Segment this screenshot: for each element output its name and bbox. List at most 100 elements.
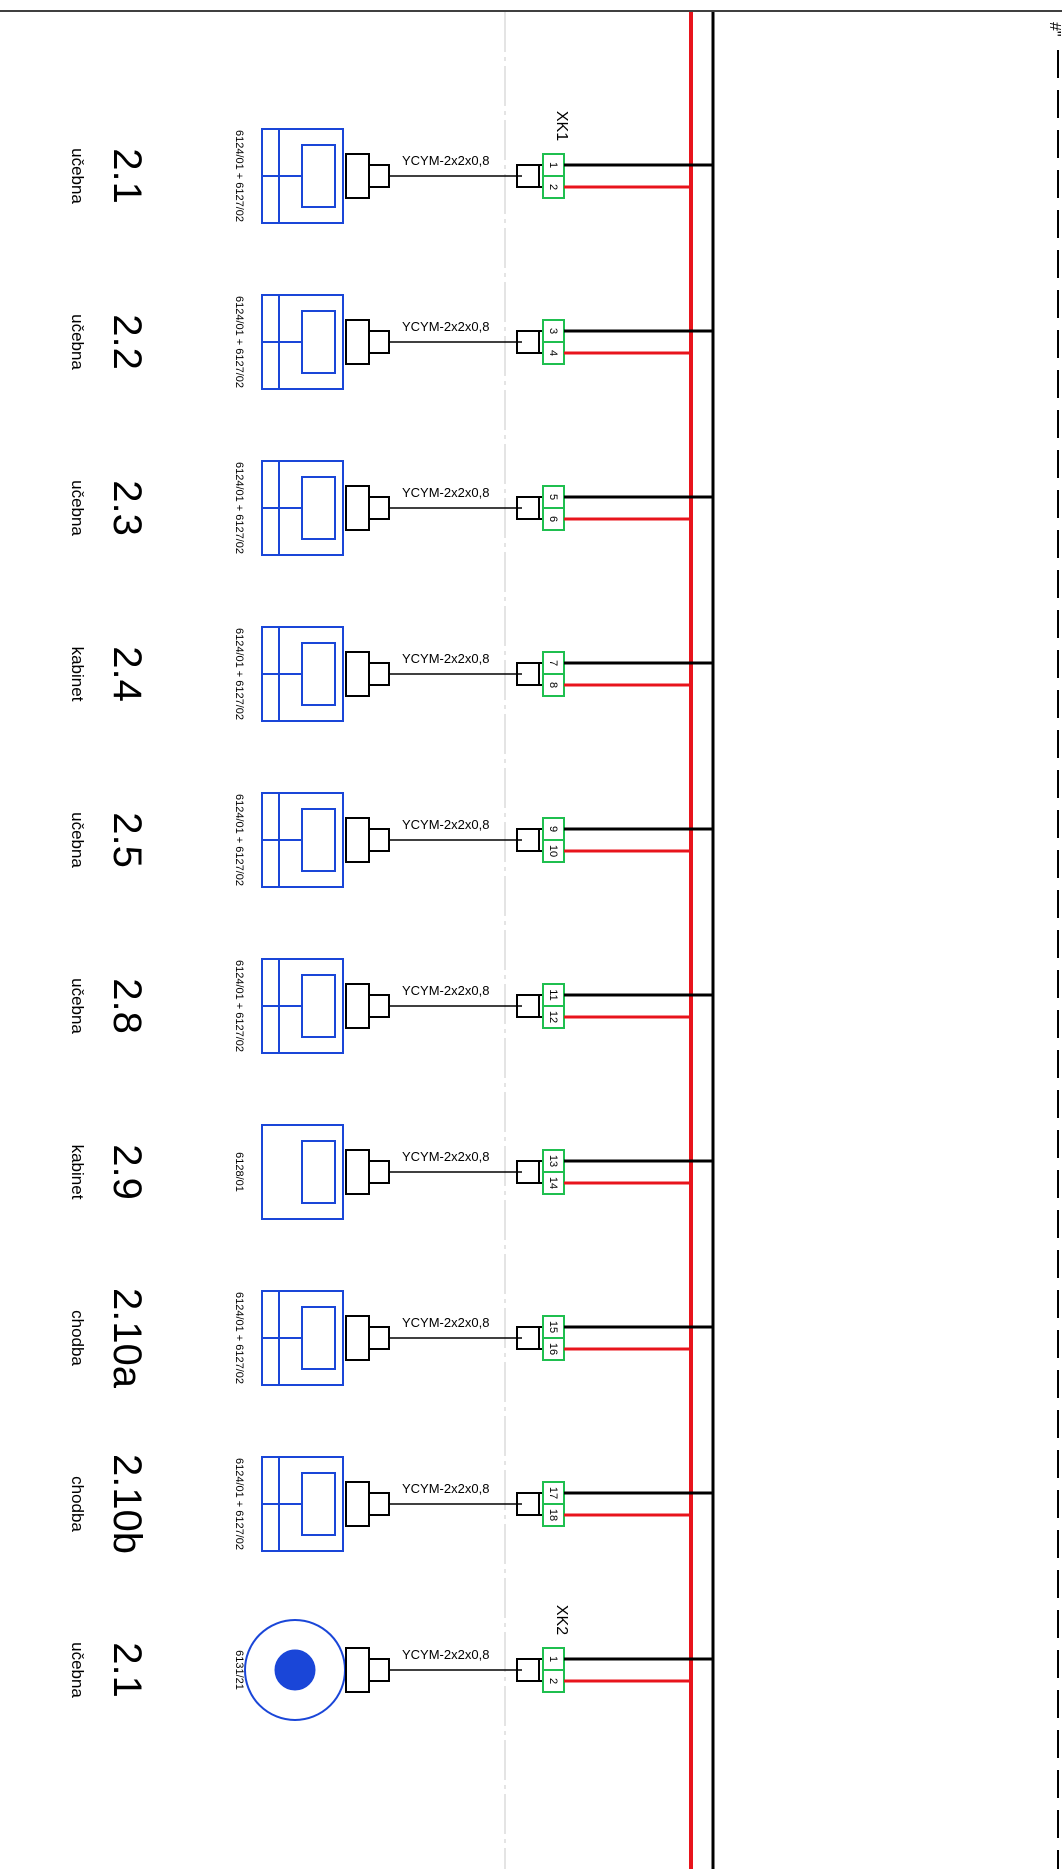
device-model-label: 6124/01 + 6127/02 (233, 794, 245, 886)
connector-plug-left (345, 983, 390, 1029)
cable-type-label: YCYM-2x2x0,8 (402, 1149, 489, 1164)
terminal-number: 12 (547, 1011, 559, 1023)
diagram-row: učebna 2.1 6124/01 + 6127/02 YCYM-2x2x0,8 1 2… (68, 111, 713, 224)
device-model-label: 6124/01 + 6127/02 (233, 462, 245, 554)
connector-plug-left-body (368, 1326, 390, 1350)
terminal-number: 8 (547, 682, 559, 688)
device-model-label: 6124/01 + 6127/02 (233, 296, 245, 388)
room-type-label: chodba (68, 1476, 87, 1532)
device-model-label: 6124/01 + 6127/02 (233, 628, 245, 720)
room-type-label: učebna (68, 480, 87, 536)
room-type-label: učebna (68, 314, 87, 370)
device-model-label: 6124/01 + 6127/02 (233, 1292, 245, 1384)
room-number-label: 2.1 (105, 148, 149, 204)
cable-type-label: YCYM-2x2x0,8 (402, 1315, 489, 1330)
connector-plug-left (345, 651, 390, 697)
terminal-number: 2 (547, 1678, 559, 1684)
diagram-row: učebna 2.5 6124/01 + 6127/02 YCYM-2x2x0,8 9 1… (68, 792, 713, 888)
device-panel-display (301, 1472, 336, 1536)
connector-plug-left (345, 485, 390, 531)
room-number-label: 2.10b (105, 1454, 149, 1554)
room-number-label: 2.3 (105, 480, 149, 536)
diagram-rows: učebna 2.1 6124/01 + 6127/02 YCYM-2x2x0,8 12… (68, 111, 713, 1721)
diagram-row: učebna 2.1 6131/21 YCYM-2x2x0,8 1 2 XK2 (68, 1605, 713, 1721)
room-number-label: 2.4 (105, 646, 149, 702)
wiring-diagram: #" učebna 2.1 6124/01 + 6127/02 YCYM-2x2x0,… (0, 10, 1062, 1869)
cable-type-label: YCYM-2x2x0,8 (402, 1647, 489, 1662)
room-type-label: učebna (68, 978, 87, 1034)
connector-plug-left-body (368, 496, 390, 520)
diagram-row: chodba 2.10a 6124/01 + 6127/02 YCYM-2x2x0,8… (68, 1288, 713, 1389)
diagram-row: učebna 2.3 6124/01 + 6127/02 YCYM-2x2x0,8 5 6 (68, 460, 713, 556)
connector-plug-left (345, 153, 390, 199)
room-type-label: kabinet (68, 647, 87, 702)
terminal-number: 1 (547, 162, 559, 168)
corner-mark: #" (1046, 22, 1062, 37)
terminal-number: 16 (547, 1343, 559, 1355)
terminal-number: 9 (547, 826, 559, 832)
connector-plug-left (345, 319, 390, 365)
terminal-number: 4 (547, 350, 559, 356)
terminal-number: 1 (547, 1656, 559, 1662)
connector-plug-left-body (368, 330, 390, 354)
room-number-label: 2.9 (105, 1144, 149, 1200)
device-panel-display (301, 808, 336, 872)
terminal-number: 10 (547, 845, 559, 857)
connector-plug-left-body (368, 994, 390, 1018)
device-model-label: 6128/01 (233, 1152, 245, 1192)
room-type-label: učebna (68, 1642, 87, 1698)
room-type-label: kabinet (68, 1145, 87, 1200)
connector-plug-left (345, 1647, 390, 1693)
terminal-number: 3 (547, 328, 559, 334)
terminal-number: 5 (547, 494, 559, 500)
room-type-label: učebna (68, 812, 87, 868)
connector-plug-left-body (368, 164, 390, 188)
intercom-round-device-grille (274, 1649, 316, 1691)
connector-plug-left (345, 1481, 390, 1527)
cable-type-label: YCYM-2x2x0,8 (402, 153, 489, 168)
device-panel-display (301, 310, 336, 374)
cable-type-label: YCYM-2x2x0,8 (402, 319, 489, 334)
terminal-number: 18 (547, 1509, 559, 1521)
cable-type-label: YCYM-2x2x0,8 (402, 983, 489, 998)
terminal-number: 6 (547, 516, 559, 522)
terminal-number: 13 (547, 1155, 559, 1167)
room-number-label: 2.10a (105, 1288, 149, 1389)
connector-plug-left (345, 1315, 390, 1361)
room-number-label: 2.5 (105, 812, 149, 868)
room-number-label: 2.1 (105, 1642, 149, 1698)
room-type-label: chodba (68, 1310, 87, 1366)
device-panel-display (301, 974, 336, 1038)
device-model-label: 6131/21 (233, 1650, 245, 1690)
device-panel-display (301, 1306, 336, 1370)
terminal-number: 7 (547, 660, 559, 666)
connector-plug-left-body (368, 828, 390, 852)
terminal-strip-label: XK1 (553, 111, 570, 141)
device-panel-display (301, 642, 336, 706)
device-panel-display (301, 476, 336, 540)
cable-type-label: YCYM-2x2x0,8 (402, 817, 489, 832)
device-model-label: 6124/01 + 6127/02 (233, 1458, 245, 1550)
diagram-row: chodba 2.10b 6124/01 + 6127/02 YCYM-2x2x0,8… (68, 1454, 713, 1554)
device-model-label: 6124/01 + 6127/02 (233, 960, 245, 1052)
cable-type-label: YCYM-2x2x0,8 (402, 1481, 489, 1496)
connector-plug-left (345, 1149, 390, 1195)
cable-type-label: YCYM-2x2x0,8 (402, 485, 489, 500)
terminal-number: 11 (547, 989, 559, 1000)
connector-plug-left (345, 817, 390, 863)
connector-plug-left-body (368, 1492, 390, 1516)
diagram-row: učebna 2.8 6124/01 + 6127/02 YCYM-2x2x0,8 11… (68, 958, 713, 1054)
terminal-number: 17 (547, 1487, 559, 1499)
room-number-label: 2.2 (105, 314, 149, 370)
room-number-label: 2.8 (105, 978, 149, 1034)
terminal-strip-label: XK2 (553, 1605, 570, 1635)
diagram-row: kabinet 2.9 6128/01 YCYM-2x2x0,8 13 14 (68, 1124, 713, 1220)
terminal-number: 15 (547, 1321, 559, 1333)
diagram-row: učebna 2.2 6124/01 + 6127/02 YCYM-2x2x0,8 3 4 (68, 294, 713, 390)
cable-type-label: YCYM-2x2x0,8 (402, 651, 489, 666)
terminal-number: 2 (547, 184, 559, 190)
device-panel-display (301, 144, 336, 208)
device-panel-display (301, 1140, 336, 1204)
room-type-label: učebna (68, 148, 87, 204)
connector-plug-left-body (368, 1160, 390, 1184)
